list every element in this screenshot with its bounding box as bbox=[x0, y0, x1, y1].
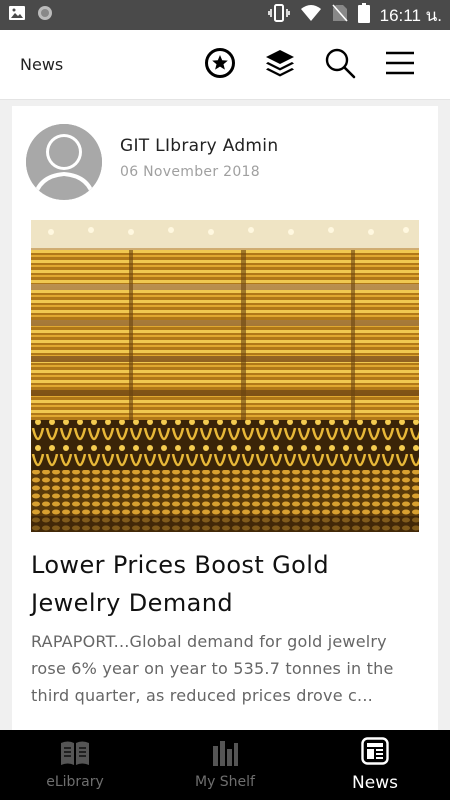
shelf-icon bbox=[211, 740, 239, 770]
no-sim-icon bbox=[332, 4, 348, 26]
search-button[interactable] bbox=[310, 40, 370, 90]
bottom-nav: eLibrary My Shelf News bbox=[0, 730, 450, 800]
categories-button[interactable] bbox=[250, 40, 310, 90]
post-author: GIT LIbrary Admin 06 November 2018 bbox=[26, 124, 278, 200]
news-icon bbox=[361, 737, 389, 769]
clock: 16:11 น. bbox=[379, 5, 442, 25]
status-bar: 16:11 น. bbox=[0, 0, 450, 30]
default-avatar-icon bbox=[26, 124, 102, 200]
article-image[interactable] bbox=[31, 220, 419, 532]
sync-notification-icon bbox=[36, 4, 54, 26]
app-bar: News bbox=[0, 30, 450, 100]
book-icon bbox=[60, 740, 90, 770]
nav-label: eLibrary bbox=[46, 774, 104, 790]
news-card[interactable]: GIT LIbrary Admin 06 November 2018 Lower… bbox=[12, 106, 438, 730]
image-notification-icon bbox=[8, 5, 26, 25]
page-title: News bbox=[20, 55, 64, 74]
article-excerpt: RAPAPORT...Global demand for gold jewelr… bbox=[31, 632, 394, 705]
layers-icon bbox=[264, 47, 296, 83]
nav-my-shelf[interactable]: My Shelf bbox=[150, 730, 300, 800]
hamburger-icon bbox=[385, 50, 415, 80]
nav-label: My Shelf bbox=[194, 774, 255, 790]
news-feed[interactable]: GIT LIbrary Admin 06 November 2018 Lower… bbox=[0, 100, 450, 730]
favorites-button[interactable] bbox=[190, 40, 250, 90]
wifi-icon bbox=[300, 4, 322, 26]
star-circle-icon bbox=[204, 47, 236, 83]
post-date: 06 November 2018 bbox=[120, 164, 260, 180]
menu-button[interactable] bbox=[370, 40, 430, 90]
vibrate-icon bbox=[267, 4, 290, 26]
nav-label: News bbox=[352, 773, 398, 793]
search-icon bbox=[324, 47, 356, 83]
nav-news[interactable]: News bbox=[300, 730, 450, 800]
battery-icon bbox=[357, 3, 370, 27]
author-name: GIT LIbrary Admin bbox=[120, 136, 279, 156]
gold-jewelry-display-image bbox=[31, 220, 419, 532]
avatar bbox=[26, 124, 102, 200]
article-headline[interactable]: Lower Prices Boost Gold Jewelry Demand bbox=[31, 546, 426, 622]
nav-elibrary[interactable]: eLibrary bbox=[0, 730, 150, 800]
